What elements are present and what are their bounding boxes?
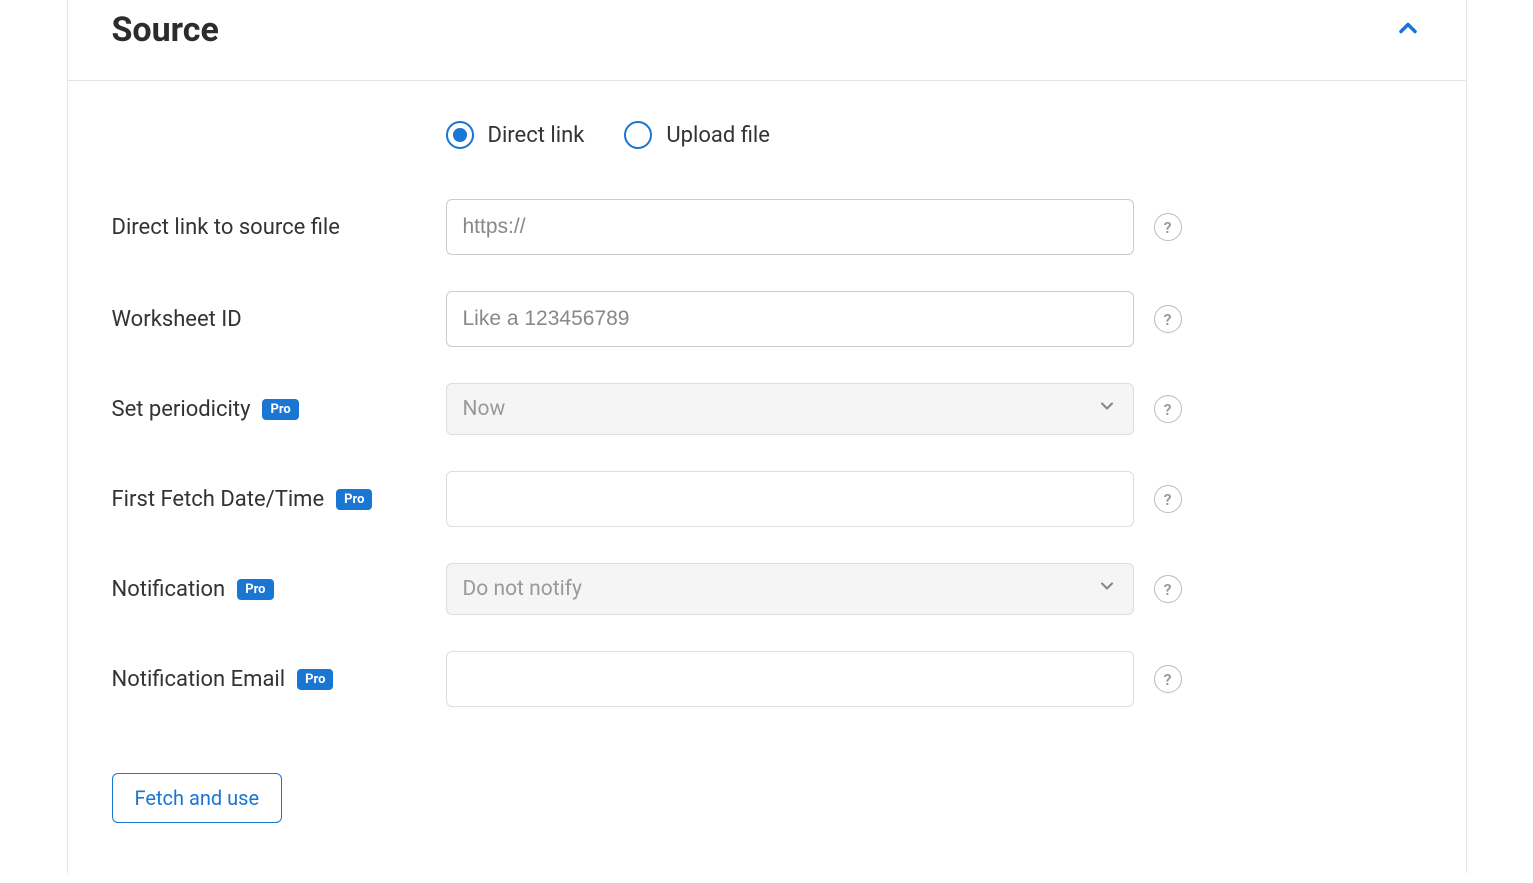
label-wrap: Worksheet ID (112, 307, 426, 332)
row-direct-link: Direct link to source file ? (112, 199, 1422, 255)
direct-link-input[interactable] (446, 199, 1134, 255)
label-wrap: Direct link to source file (112, 215, 426, 240)
label-first-fetch: First Fetch Date/Time (112, 487, 325, 512)
row-periodicity: Set periodicity Pro Now ? (112, 383, 1422, 435)
radio-icon (446, 121, 474, 149)
pro-badge: Pro (297, 669, 333, 690)
label-worksheet-id: Worksheet ID (112, 307, 242, 332)
help-icon[interactable]: ? (1154, 665, 1182, 693)
label-direct-link: Direct link to source file (112, 215, 340, 240)
help-icon[interactable]: ? (1154, 395, 1182, 423)
row-notification-email: Notification Email Pro ? (112, 651, 1422, 707)
label-wrap: Notification Email Pro (112, 667, 426, 692)
radio-label: Upload file (666, 123, 770, 148)
row-worksheet-id: Worksheet ID ? (112, 291, 1422, 347)
help-icon[interactable]: ? (1154, 213, 1182, 241)
pro-badge: Pro (262, 399, 298, 420)
radio-upload-file[interactable]: Upload file (624, 121, 770, 149)
panel-body: Direct link Upload file Direct link to s… (68, 81, 1466, 873)
source-type-radio-group: Direct link Upload file (446, 121, 1422, 149)
source-panel: Source Direct link Upload file Direct li… (67, 0, 1467, 873)
label-wrap: Set periodicity Pro (112, 397, 426, 422)
label-wrap: Notification Pro (112, 577, 426, 602)
notification-select[interactable]: Do not notify (446, 563, 1134, 615)
label-notification: Notification (112, 577, 226, 602)
radio-label: Direct link (488, 123, 585, 148)
notification-email-input[interactable] (446, 651, 1134, 707)
fetch-and-use-button[interactable]: Fetch and use (112, 773, 283, 823)
label-periodicity: Set periodicity (112, 397, 251, 422)
pro-badge: Pro (237, 579, 273, 600)
worksheet-id-input[interactable] (446, 291, 1134, 347)
first-fetch-input[interactable] (446, 471, 1134, 527)
select-value: Now (463, 397, 506, 421)
panel-header: Source (68, 0, 1466, 81)
row-notification: Notification Pro Do not notify ? (112, 563, 1422, 615)
periodicity-select[interactable]: Now (446, 383, 1134, 435)
help-icon[interactable]: ? (1154, 305, 1182, 333)
select-value: Do not notify (463, 577, 582, 601)
label-wrap: First Fetch Date/Time Pro (112, 487, 426, 512)
radio-direct-link[interactable]: Direct link (446, 121, 585, 149)
section-title: Source (112, 10, 219, 50)
radio-icon (624, 121, 652, 149)
pro-badge: Pro (336, 489, 372, 510)
help-icon[interactable]: ? (1154, 485, 1182, 513)
chevron-down-icon (1097, 396, 1117, 422)
row-first-fetch: First Fetch Date/Time Pro ? (112, 471, 1422, 527)
label-notification-email: Notification Email (112, 667, 286, 692)
chevron-up-icon[interactable] (1394, 14, 1422, 46)
chevron-down-icon (1097, 576, 1117, 602)
help-icon[interactable]: ? (1154, 575, 1182, 603)
